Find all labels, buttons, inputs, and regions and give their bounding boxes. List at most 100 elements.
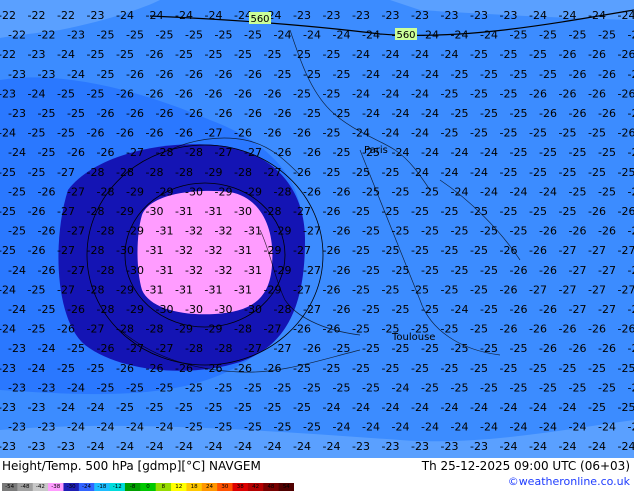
temperature-label: -24: [588, 9, 606, 22]
temperature-label: -27: [559, 244, 577, 257]
temperature-label: -24: [559, 401, 577, 414]
temperature-label: -25: [185, 29, 203, 42]
temperature-label: -26: [529, 244, 547, 257]
temperature-label: -26: [215, 107, 233, 120]
temperature-label: -24: [480, 29, 498, 42]
temperature-label: -24: [539, 421, 557, 434]
temperature-label: -25: [510, 342, 528, 355]
temperature-label: -24: [67, 421, 85, 434]
temperature-label: -25: [38, 107, 56, 120]
temperature-label: -25: [500, 127, 518, 140]
temperature-label: -25: [569, 146, 587, 159]
temperature-label: -30: [234, 205, 252, 218]
temperature-label: -25: [205, 401, 223, 414]
temperature-label: -25: [87, 362, 105, 375]
temperature-label: -22: [28, 9, 46, 22]
temperature-label: -26: [539, 303, 557, 316]
temperature-label: -24: [146, 440, 164, 453]
temperature-label: -23: [8, 421, 26, 434]
temperature-label: -23: [8, 381, 26, 394]
temperature-label: -30: [146, 205, 164, 218]
temperature-label: -27: [293, 283, 311, 296]
svg-text:560: 560: [250, 14, 269, 25]
temperature-label: -26: [293, 127, 311, 140]
temperature-label: -24: [274, 29, 292, 42]
temperature-label: -24: [618, 440, 634, 453]
temperature-label: -24: [38, 342, 56, 355]
temperature-label: -24: [421, 68, 439, 81]
temperature-label: -26: [97, 146, 115, 159]
temperature-label: -25: [539, 68, 557, 81]
city-label-paris: Paris: [364, 145, 388, 156]
temperature-label: -24: [559, 440, 577, 453]
temperature-label: -25: [411, 362, 429, 375]
temperature-label: -24: [126, 421, 144, 434]
temperature-label: -26: [569, 225, 587, 238]
temperature-label: -25: [500, 166, 518, 179]
legend-tick-label: -38: [51, 484, 60, 490]
temperature-label: -25: [598, 185, 616, 198]
temperature-label: -24: [382, 87, 400, 100]
temperature-label: -24: [352, 87, 370, 100]
credit-link[interactable]: ©weatheronline.co.uk: [508, 475, 630, 488]
temperature-label: -24: [421, 107, 439, 120]
temperature-label: -25: [362, 185, 380, 198]
temperature-label: -24: [539, 185, 557, 198]
temperature-label: -27: [244, 146, 262, 159]
temperature-label: -25: [392, 264, 410, 277]
temperature-label: -28: [185, 342, 203, 355]
temperature-label: -28: [87, 166, 105, 179]
temperature-label: -26: [628, 146, 634, 159]
temperature-label: -25: [244, 29, 262, 42]
temperature-label: -26: [628, 68, 634, 81]
temperature-label: -24: [628, 421, 634, 434]
temperature-label: -24: [480, 421, 498, 434]
temperature-label: -24: [480, 146, 498, 159]
temperature-label: -25: [480, 68, 498, 81]
temperature-label: -23: [323, 9, 341, 22]
temperature-label: -24: [510, 185, 528, 198]
temperature-label: -28: [87, 205, 105, 218]
temperature-label: -25: [333, 342, 351, 355]
temperature-label: -26: [598, 68, 616, 81]
temperature-label: -24: [598, 421, 616, 434]
temperature-label: -25: [421, 342, 439, 355]
legend-ticks: -54-48-42-38-30-24-18-12-808121824303842…: [2, 484, 294, 490]
temperature-label: -25: [323, 166, 341, 179]
temperature-label: -26: [67, 303, 85, 316]
temperature-label: -25: [480, 264, 498, 277]
contour-label-1: 560: [249, 12, 271, 25]
temperature-label: -23: [293, 9, 311, 22]
temperature-label: -25: [264, 48, 282, 61]
temperature-label: -27: [588, 283, 606, 296]
temperature-label: -25: [529, 166, 547, 179]
temperature-label: -25: [529, 362, 547, 375]
temperature-label: -28: [274, 185, 292, 198]
temperature-label: -29: [126, 185, 144, 198]
temperature-label: -23: [8, 107, 26, 120]
temperature-label: -24: [441, 48, 459, 61]
temperature-label: -25: [618, 166, 634, 179]
temperature-label: -24: [392, 381, 410, 394]
temperature-label: -26: [598, 107, 616, 120]
temperature-label: -26: [38, 225, 56, 238]
temperature-label: -27: [293, 244, 311, 257]
temperature-label: -25: [333, 381, 351, 394]
temperature-label: -27: [87, 323, 105, 336]
temperature-label: -25: [510, 381, 528, 394]
temperature-label: -26: [116, 127, 134, 140]
temperature-label: -24: [529, 440, 547, 453]
temperature-label: -24: [175, 9, 193, 22]
temperature-label: -32: [175, 244, 193, 257]
temperature-label: -26: [205, 87, 223, 100]
temperature-label: -25: [470, 48, 488, 61]
temperature-label: -27: [628, 303, 634, 316]
temperature-label: -25: [352, 166, 370, 179]
temperature-label: -28: [146, 323, 164, 336]
temperature-label: -25: [8, 185, 26, 198]
temperature-label: -28: [97, 264, 115, 277]
temperature-label: -29: [215, 185, 233, 198]
temperature-label: -24: [451, 29, 469, 42]
temperature-label: -28: [215, 342, 233, 355]
temperature-label: -26: [146, 127, 164, 140]
